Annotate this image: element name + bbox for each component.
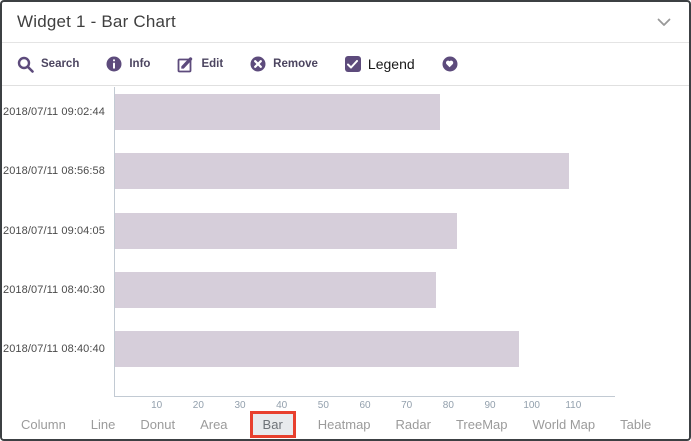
remove-icon [250,56,266,72]
edit-icon [177,56,194,73]
remove-label: Remove [273,58,318,70]
remove-button[interactable]: Remove [250,56,318,72]
toolbar: Search Info Edit Remove [2,43,689,86]
y-axis-label: 2018/07/11 08:40:30 [2,272,105,308]
x-axis-tick-label: 100 [523,400,540,410]
x-axis-tick-label: 80 [443,400,454,410]
info-button[interactable]: Info [106,56,150,72]
widget-window: Widget 1 - Bar Chart Search Info [0,0,691,441]
edit-label: Edit [201,58,223,70]
x-axis-tick-label: 40 [276,400,287,410]
x-axis [114,396,615,397]
tab-radar[interactable]: Radar [396,414,431,435]
tab-area[interactable]: Area [200,414,227,435]
x-axis-tick-label: 30 [234,400,245,410]
heart-button[interactable] [442,56,458,72]
x-axis-tick-label: 90 [484,400,495,410]
x-axis-tick-label: 110 [565,400,581,410]
chart-row: 2018/07/11 09:04:05 [2,213,689,249]
tab-heatmap[interactable]: Heatmap [318,414,371,435]
info-label: Info [129,58,150,70]
bar-chart: 2018/07/11 09:02:44 2018/07/11 08:56:58 20… [2,86,689,410]
x-axis-tick-label: 70 [401,400,412,410]
legend-toggle[interactable]: Legend [345,56,415,72]
tab-donut[interactable]: Donut [140,414,175,435]
search-button[interactable]: Search [17,56,79,73]
x-axis-tick-label: 20 [193,400,204,410]
heart-icon [442,56,458,72]
bar[interactable] [115,272,436,308]
chart-row: 2018/07/11 08:40:40 [2,331,689,367]
legend-label: Legend [368,56,415,72]
edit-button[interactable]: Edit [177,56,223,73]
info-icon [106,56,122,72]
chart-type-tabs: Column Line Donut Area Bar Heatmap Radar TreeMa… [2,410,689,439]
x-axis-tick-label: 50 [318,400,329,410]
tab-treemap[interactable]: TreeMap [456,414,508,435]
search-icon [17,56,34,73]
chevron-down-icon[interactable] [657,18,671,27]
chart-row: 2018/07/11 08:56:58 [2,153,689,189]
search-label: Search [41,58,79,70]
y-axis-label: 2018/07/11 08:40:40 [2,331,105,367]
titlebar: Widget 1 - Bar Chart [2,2,689,43]
bar[interactable] [115,213,457,249]
check-icon [347,60,358,69]
y-axis-label: 2018/07/11 09:02:44 [2,94,105,130]
bar[interactable] [115,94,440,130]
widget-title: Widget 1 - Bar Chart [17,12,176,32]
x-axis-tick-label: 10 [151,400,162,410]
tab-table[interactable]: Table [620,414,651,435]
tab-column[interactable]: Column [21,414,66,435]
chart-row: 2018/07/11 09:02:44 [2,94,689,130]
bar[interactable] [115,331,519,367]
bar[interactable] [115,153,569,189]
tab-world-map[interactable]: World Map [533,414,596,435]
tab-bar[interactable]: Bar [253,414,293,435]
y-axis-label: 2018/07/11 09:04:05 [2,213,105,249]
x-axis-tick-label: 60 [359,400,370,410]
tab-line[interactable]: Line [91,414,116,435]
chart-row: 2018/07/11 08:40:30 [2,272,689,308]
legend-checkbox[interactable] [345,56,361,72]
y-axis-label: 2018/07/11 08:56:58 [2,153,105,189]
